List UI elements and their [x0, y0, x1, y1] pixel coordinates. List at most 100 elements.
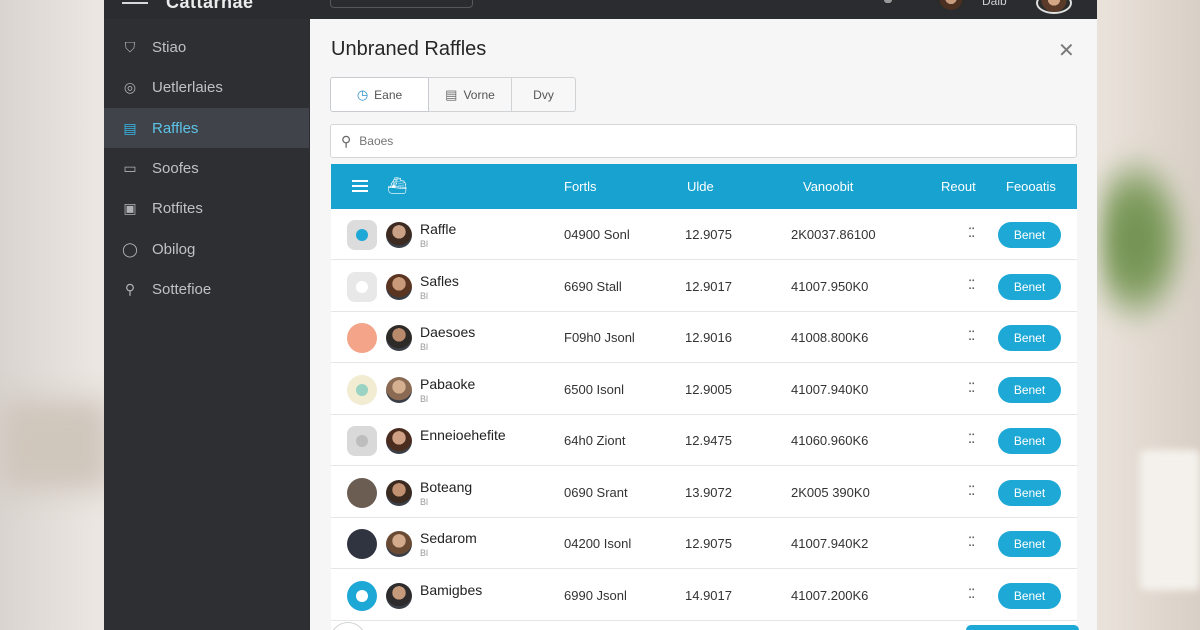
document-icon: ▭: [123, 159, 137, 176]
menu-icon[interactable]: [352, 180, 368, 192]
sidebar-item-label: Uetlerlaies: [152, 78, 223, 96]
cell-fortls: 04200 Isonl: [564, 536, 632, 551]
raffle-name: Sedarom: [420, 530, 477, 546]
table-row[interactable]: Enneioehefite 64h0 Ziont 12.9475 41060.960K…: [331, 415, 1077, 466]
segment-vorne[interactable]: ▤ Vorne: [429, 77, 512, 112]
cell-ulde: 12.9075: [685, 536, 732, 551]
row-action-button[interactable]: Benet: [998, 325, 1061, 351]
cell-vanoobit: 41007.940K0: [791, 381, 869, 397]
sidebar-item-rotfites[interactable]: ▣ Rotfites: [104, 188, 309, 228]
row-action-button[interactable]: Benet: [998, 531, 1061, 557]
cell-ulde: 12.9017: [685, 278, 732, 294]
sidebar-item-uetlerlaies[interactable]: ◎ Uetlerlaies: [104, 67, 309, 107]
cell-vanoobit: 41007.950K0: [791, 278, 869, 294]
more-icon[interactable]: ⁚⁚: [968, 534, 975, 550]
status-chip[interactable]: [347, 374, 377, 405]
more-icon[interactable]: ⁚⁚: [968, 277, 975, 293]
background-cup: [1140, 450, 1200, 590]
user-avatar-small[interactable]: [936, 0, 966, 10]
sidebar-item-raffles[interactable]: ▤ Raffles: [104, 108, 309, 148]
column-header[interactable]: Ulde: [687, 179, 714, 194]
row-action-button[interactable]: Benet: [998, 222, 1061, 248]
profile-avatar[interactable]: [1036, 0, 1072, 14]
avatar: [386, 273, 412, 300]
status-dot: [356, 229, 368, 241]
shopping-bag-icon: ⛉: [124, 38, 136, 55]
avatar: [386, 582, 412, 609]
raffle-subtitle: Bl: [420, 290, 429, 301]
status-chip[interactable]: [347, 477, 377, 508]
status-dot: [356, 383, 368, 396]
sidebar-item-sottefioe[interactable]: ⚲ Sottefioe: [104, 269, 309, 309]
circle-icon: ◯: [122, 240, 138, 257]
cell-vanoobit: 41007.200K6: [791, 587, 869, 603]
cell-fortls: 04900 Sonl: [564, 227, 630, 242]
sidebar-item-obilog[interactable]: ◯ Obilog: [104, 229, 309, 269]
sidebar-item-label: Rotfites: [152, 199, 203, 217]
table-row[interactable]: Boteang Bl 0690 Srant 13.9072 2K005 390K0 ⁚⁚ B…: [331, 466, 1077, 518]
cell-ulde: 12.9005: [685, 381, 732, 397]
view-segmented-control: ◷ Eane ▤ Vorne Dvy: [330, 77, 576, 112]
menu-icon[interactable]: [122, 0, 148, 4]
status-dot: [356, 332, 368, 344]
segment-dvy[interactable]: Dvy: [512, 77, 576, 112]
notification-icon[interactable]: [884, 0, 892, 3]
more-icon[interactable]: ⁚⁚: [968, 431, 975, 447]
status-chip[interactable]: [347, 271, 377, 302]
raffle-name: Boteang: [420, 478, 473, 495]
sidebar-item-label: Soofes: [152, 159, 199, 177]
top-bar: Cattarnae Dalb: [104, 0, 1097, 19]
more-icon[interactable]: ⁚⁚: [968, 225, 975, 241]
column-header[interactable]: Feooatis: [1006, 179, 1056, 194]
table-row[interactable]: Raffle Bl 04900 Sonl 12.9075 2K0037.86100 ⁚⁚ B…: [331, 209, 1077, 260]
search-icon: ⚲: [124, 280, 136, 297]
monitor-screen: Cattarnae Dalb ⛉ Stiao ◎ Uetlerlaies ▤ R…: [104, 0, 1097, 630]
avatar: [386, 479, 412, 506]
table-row[interactable]: Bamigbes 6990 Jsonl 14.9017 41007.200K6 ⁚⁚ Be…: [331, 569, 1077, 621]
status-dot: [356, 538, 368, 550]
status-chip[interactable]: [347, 580, 377, 611]
top-search-input[interactable]: [330, 0, 473, 8]
column-header[interactable]: Vanoobit: [803, 179, 853, 194]
search-input[interactable]: [359, 134, 1040, 148]
cell-vanoobit: 2K005 390K0: [791, 484, 870, 500]
background-plant: [1100, 150, 1190, 330]
sidebar-item-stiao[interactable]: ⛉ Stiao: [104, 27, 309, 67]
more-icon[interactable]: ⁚⁚: [968, 328, 975, 344]
primary-action-button[interactable]: [966, 625, 1079, 630]
image-icon: ▣: [123, 199, 137, 216]
cell-fortls: 6690 Stall: [564, 278, 622, 294]
status-chip[interactable]: [347, 323, 377, 353]
table-row[interactable]: Daesoes Bl F09h0 Jsonl 12.9016 41008.800K6 ⁚⁚…: [331, 312, 1077, 363]
table-row[interactable]: Pabaoke Bl 6500 Isonl 12.9005 41007.940K0 ⁚⁚ B…: [331, 363, 1077, 415]
row-action-button[interactable]: Benet: [998, 479, 1061, 506]
search-icon: ⚲: [341, 132, 352, 149]
segment-eane[interactable]: ◷ Eane: [330, 77, 429, 112]
table-row[interactable]: Sedarom Bl 04200 Isonl 12.9075 41007.940K2 ⁚⁚…: [331, 518, 1077, 569]
row-action-button[interactable]: Benet: [998, 582, 1061, 609]
cell-ulde: 14.9017: [685, 587, 732, 603]
raffle-name: Daesoes: [420, 324, 476, 340]
status-dot: [356, 486, 368, 499]
clock-icon: ◷: [356, 86, 369, 102]
sidebar-item-soofes[interactable]: ▭ Soofes: [104, 148, 309, 188]
row-action-button[interactable]: Benet: [998, 376, 1061, 403]
more-icon[interactable]: ⁚⁚: [968, 483, 975, 499]
cell-vanoobit: 41060.960K6: [791, 433, 869, 448]
status-chip[interactable]: [347, 529, 377, 559]
more-icon[interactable]: ⁚⁚: [968, 380, 975, 396]
list-icon: ▤: [445, 86, 458, 102]
table-row[interactable]: Safles Bl 6690 Stall 12.9017 41007.950K0 ⁚⁚ Be…: [331, 260, 1077, 312]
status-chip[interactable]: [347, 220, 377, 250]
close-icon[interactable]: ✕: [1058, 38, 1075, 63]
cell-fortls: 0690 Srant: [564, 484, 628, 500]
row-action-button[interactable]: Benet: [998, 273, 1061, 300]
raffle-subtitle: Bl: [420, 393, 429, 404]
page-title: Unbraned Raffles: [331, 38, 487, 60]
cell-vanoobit: 2K0037.86100: [791, 227, 876, 242]
row-action-button[interactable]: Benet: [998, 428, 1061, 454]
more-icon[interactable]: ⁚⁚: [968, 586, 975, 602]
status-chip[interactable]: [347, 426, 377, 456]
column-header[interactable]: Reout: [941, 179, 976, 194]
column-header[interactable]: Fortls: [564, 179, 597, 194]
